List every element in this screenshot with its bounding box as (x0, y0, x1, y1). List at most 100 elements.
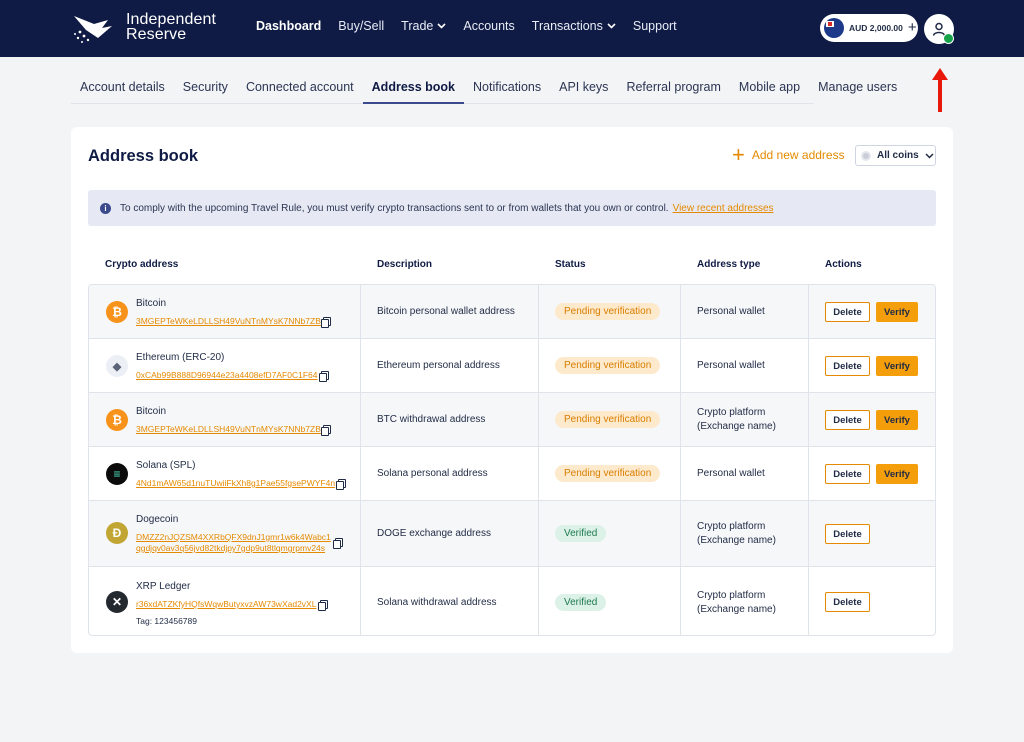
description-text: Solana withdrawal address (377, 597, 497, 608)
verify-button[interactable]: Verify (876, 356, 918, 376)
actions-cell: Delete Verify (809, 339, 935, 392)
description-cell: Solana personal address (361, 447, 539, 500)
delete-button[interactable]: Delete (825, 464, 870, 484)
delete-button[interactable]: Delete (825, 356, 870, 376)
crypto-address-link[interactable]: 3MGEPTeWKeLDLLSH49VuNTnMYsK7NNb7ZB (136, 424, 321, 434)
eagle-wing-icon (74, 16, 112, 43)
coin-name: XRP Ledger (136, 581, 191, 592)
table-row: ≡ Solana (SPL) 4Nd1mAW65d1nuTUwiiFkXh8g1… (89, 447, 935, 501)
nav-accounts[interactable]: Accounts (463, 19, 514, 33)
verified-check-icon (943, 33, 954, 44)
crypto-address-link-continued[interactable]: qgdjqv0av3q56jvd82tkdjpy7gdp9ut8tlqmgrpm… (136, 543, 325, 553)
coins-filter-dropdown[interactable]: All coins (855, 145, 936, 166)
tab-security[interactable]: Security (174, 70, 237, 104)
status-badge: Pending verification (555, 465, 661, 482)
logo-text: Independent Reserve (126, 11, 217, 43)
tab-manage-users[interactable]: Manage users (809, 70, 906, 104)
status-badge: Verified (555, 594, 607, 611)
header-address-type: Address type (697, 259, 761, 270)
add-funds-icon[interactable]: + (908, 20, 917, 35)
actions-cell: Delete Verify (809, 447, 935, 500)
solana-icon: ≡ (106, 463, 128, 485)
copy-icon[interactable] (336, 479, 346, 490)
copy-icon[interactable] (321, 425, 331, 436)
tab-api-keys[interactable]: API keys (550, 70, 617, 104)
delete-button[interactable]: Delete (825, 524, 870, 544)
add-new-address-label: Add new address (751, 148, 845, 162)
address-type-cell: Personal wallet (681, 339, 809, 392)
actions-cell: Delete (809, 567, 935, 635)
copy-icon[interactable] (319, 371, 329, 382)
nav-trade[interactable]: Trade (401, 19, 446, 33)
notice-text: To comply with the upcoming Travel Rule,… (120, 202, 669, 214)
status-cell: Verified (539, 567, 681, 635)
chevron-down-icon (925, 152, 934, 159)
description-text: Solana personal address (377, 468, 488, 479)
bitcoin-icon: ₿ (106, 409, 128, 431)
address-type-cell: Personal wallet (681, 285, 809, 338)
ethereum-icon: ◆ (106, 355, 128, 377)
copy-icon[interactable] (333, 538, 343, 549)
tab-address-book[interactable]: Address book (362, 70, 465, 104)
address-book-card: Address book + Add new address All coins… (71, 127, 953, 653)
chevron-down-icon (607, 23, 616, 29)
nav-buy-sell[interactable]: Buy/Sell (338, 19, 384, 33)
header-actions: Actions (825, 259, 862, 270)
address-table: ₿ Bitcoin 3MGEPTeWKeLDLLSH49VuNTnMYsK7NN… (88, 284, 936, 636)
crypto-address-link[interactable]: r36xdATZKfyHQfsWqwButyxvzAW73wXad2vXL (136, 599, 316, 609)
tab-connected-account[interactable]: Connected account (237, 70, 363, 104)
coin-name: Dogecoin (136, 514, 179, 525)
user-profile-button[interactable] (924, 14, 954, 44)
delete-button[interactable]: Delete (825, 302, 870, 322)
verify-button[interactable]: Verify (876, 464, 918, 484)
address-type-text: Personal wallet (697, 468, 765, 479)
xrp-icon: ✕ (106, 591, 128, 613)
main-nav: Dashboard Buy/Sell Trade Accounts Transa… (256, 19, 694, 33)
description-cell: Bitcoin personal wallet address (361, 285, 539, 338)
view-recent-addresses-link[interactable]: View recent addresses (673, 203, 774, 214)
header-crypto-address: Crypto address (105, 259, 179, 270)
crypto-address-link[interactable]: 0xCAb99B888D96944e23a4408efD7AF0C1F64 (136, 370, 317, 380)
table-row: ₿ Bitcoin 3MGEPTeWKeLDLLSH49VuNTnMYsK7NN… (89, 285, 935, 339)
copy-icon[interactable] (321, 317, 331, 328)
plus-icon: + (732, 142, 745, 167)
crypto-address-link[interactable]: 4Nd1mAW65d1nuTUwiiFkXh8g1Pae55fgsePWYF4n (136, 478, 335, 488)
verify-button[interactable]: Verify (876, 302, 918, 322)
crypto-address-link[interactable]: DMZZ2nJQZSM4XXRbQFX9dnJ1gmr1w6k4Wabc1 (136, 532, 331, 542)
destination-tag: Tag: 123456789 (136, 616, 197, 626)
balance-pill[interactable]: AUD 2,000.00 + (820, 14, 918, 42)
bitcoin-icon: ₿ (106, 301, 128, 323)
nav-support[interactable]: Support (633, 19, 677, 33)
annotation-arrow-icon (932, 68, 948, 112)
nav-transactions[interactable]: Transactions (532, 19, 616, 33)
crypto-address-link[interactable]: 3MGEPTeWKeLDLLSH49VuNTnMYsK7NNb7ZB (136, 316, 321, 326)
chevron-down-icon (437, 23, 446, 29)
tab-account-details[interactable]: Account details (71, 70, 174, 104)
table-row: ✕ XRP Ledger r36xdATZKfyHQfsWqwButyxvzAW… (89, 567, 935, 635)
add-new-address-button[interactable]: + Add new address (732, 142, 845, 167)
tab-mobile-app[interactable]: Mobile app (730, 70, 809, 104)
delete-button[interactable]: Delete (825, 410, 870, 430)
coin-name: Ethereum (ERC-20) (136, 352, 225, 363)
copy-icon[interactable] (318, 600, 328, 611)
delete-button[interactable]: Delete (825, 592, 870, 612)
table-row: Ð Dogecoin DMZZ2nJQZSM4XXRbQFX9dnJ1gmr1w… (89, 501, 935, 567)
coins-filter-value: All coins (877, 150, 919, 161)
address-type-cell: Crypto platform (Exchange name) (681, 501, 809, 566)
status-cell: Verified (539, 501, 681, 566)
description-text: Ethereum personal address (377, 360, 500, 371)
info-icon: i (100, 202, 111, 214)
tab-notifications[interactable]: Notifications (464, 70, 550, 104)
nav-dashboard[interactable]: Dashboard (256, 19, 321, 33)
crypto-address-cell: ₿ Bitcoin 3MGEPTeWKeLDLLSH49VuNTnMYsK7NN… (89, 285, 361, 338)
independent-reserve-logo[interactable]: Independent Reserve (72, 12, 222, 46)
status-cell: Pending verification (539, 285, 681, 338)
table-header: Crypto address Description Status Addres… (88, 255, 936, 275)
tab-referral-program[interactable]: Referral program (617, 70, 729, 104)
travel-rule-notice: i To comply with the upcoming Travel Rul… (88, 190, 936, 226)
table-row: ◆ Ethereum (ERC-20) 0xCAb99B888D96944e23… (89, 339, 935, 393)
verify-button[interactable]: Verify (876, 410, 918, 430)
address-type-text: Crypto platform (Exchange name) (697, 407, 776, 432)
address-type-cell: Personal wallet (681, 447, 809, 500)
status-cell: Pending verification (539, 393, 681, 446)
